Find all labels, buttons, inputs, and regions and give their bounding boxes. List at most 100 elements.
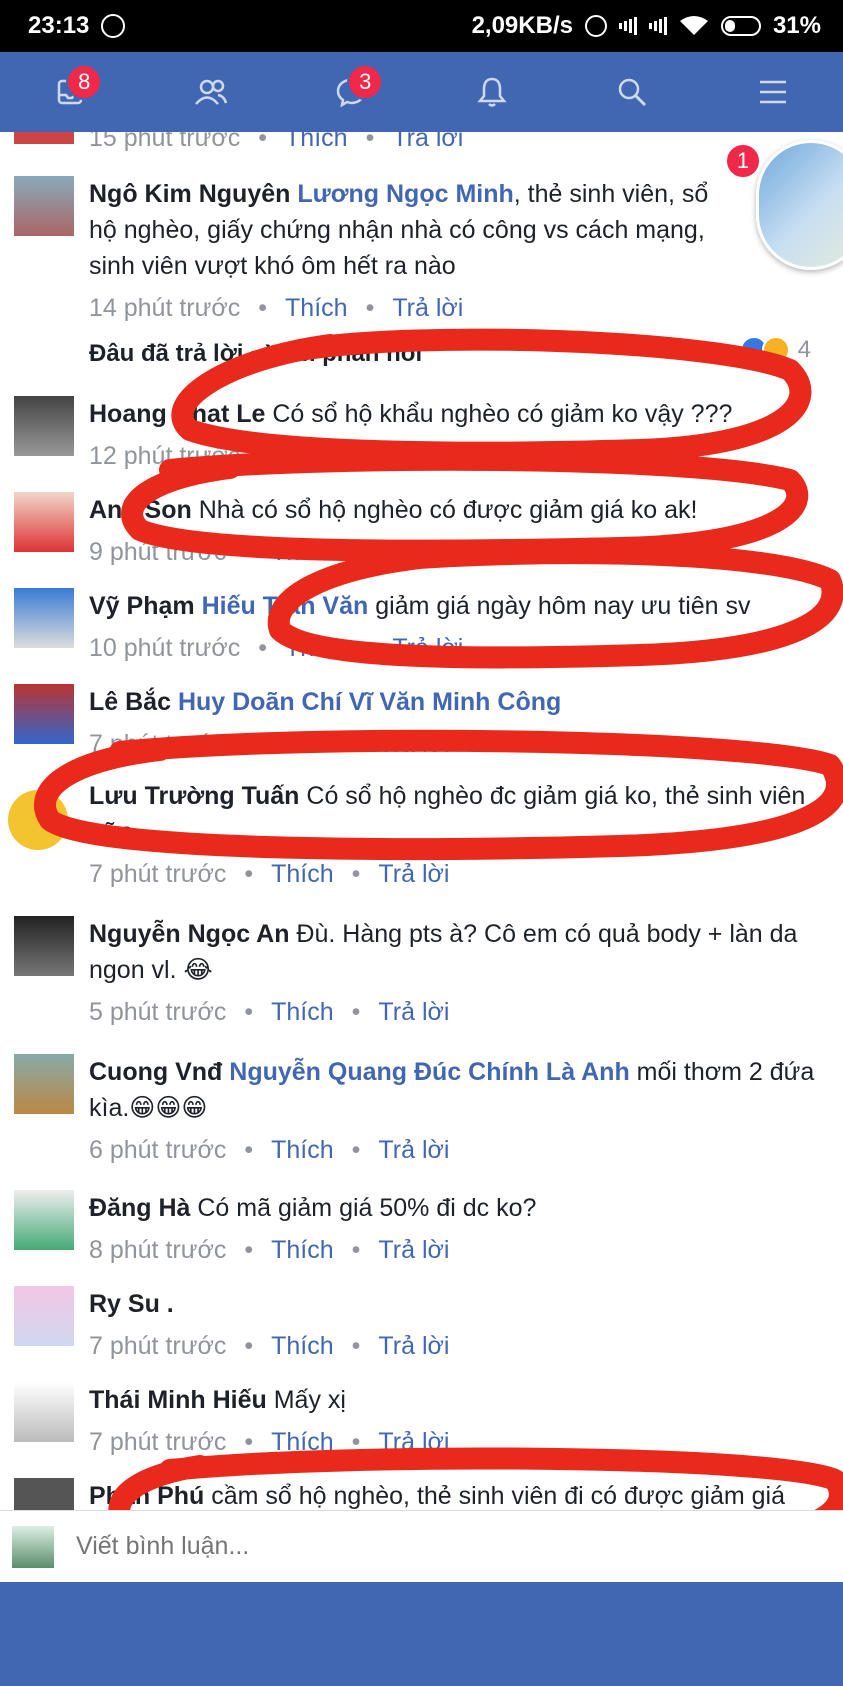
reaction-count: 4 <box>797 336 811 363</box>
comment-time: 8 phút trước <box>89 1236 227 1264</box>
like-link[interactable]: Thích <box>271 534 334 570</box>
comment-text-block: Cuong Vnđ Nguyễn Quang Đúc Chính Là Anh … <box>89 1054 825 1126</box>
comment-text-block: Lê Bắc Huy Doãn Chí Vĩ Văn Minh Công <box>89 684 825 720</box>
avatar[interactable] <box>14 1190 74 1250</box>
net-speed: 2,09KB/s <box>471 12 573 39</box>
comment-author[interactable]: Ngô Kim Nguyên <box>89 180 290 208</box>
chat-head-badge: 1 <box>725 143 761 179</box>
comment-mention[interactable]: Hiếu Trần Văn <box>202 592 369 620</box>
reply-link[interactable]: Trả lời <box>378 1328 449 1364</box>
comment-author[interactable]: Đăng Hà <box>89 1194 190 1222</box>
messenger-icon <box>101 14 126 38</box>
comment-time: 7 phút trước <box>89 1332 227 1360</box>
user-avatar <box>12 1525 54 1568</box>
like-link[interactable]: Thích <box>285 132 348 156</box>
signal-icon <box>648 17 667 35</box>
comment-meta: 10 phút trước • Thích • Trả lời <box>89 630 825 666</box>
avatar[interactable] <box>14 396 74 456</box>
avatar[interactable] <box>8 790 68 850</box>
comment-text-block: Lưu Trường Tuấn Có sổ hộ nghèo đc giảm g… <box>89 778 825 850</box>
comment-meta: 14 phút trước • Thích • Trả lời <box>89 290 733 326</box>
comment-author[interactable]: Ry Su . <box>89 1290 174 1318</box>
reply-link[interactable]: Trả lời <box>378 726 449 762</box>
comment-author[interactable]: Lê Bắc <box>89 688 171 716</box>
like-link[interactable]: Thích <box>285 290 348 326</box>
comment-mention[interactable]: Huy Doãn Chí Vĩ Văn Minh Công <box>178 688 561 716</box>
nav-friends[interactable] <box>181 62 241 122</box>
comment-time: 5 phút trước <box>89 998 227 1026</box>
reply-link[interactable]: Trả lời <box>378 856 449 892</box>
like-link[interactable]: Thích <box>271 856 334 892</box>
comment-time: 9 phút trước <box>89 538 227 566</box>
comment-meta: 5 phút trước • Thích • Trả lời <box>89 994 825 1030</box>
comment-meta: 9 phút trước • Thích • Trả lời <box>89 534 825 570</box>
reply-link[interactable]: Trả lời <box>378 994 449 1030</box>
reply-link[interactable]: Trả lời <box>378 1424 449 1460</box>
battery-icon <box>720 16 761 36</box>
reply-link[interactable]: Trả lời <box>378 1232 449 1268</box>
like-link[interactable]: Thích <box>271 1132 334 1168</box>
like-link[interactable]: Thích <box>271 1232 334 1268</box>
avatar[interactable] <box>14 588 74 648</box>
comment-time: 14 phút trước <box>89 294 241 322</box>
comment-time: 10 phút trước <box>89 634 241 662</box>
comment-text-block: Đăng Hà Có mã giảm giá 50% đi dc ko? <box>89 1190 825 1226</box>
reply-link[interactable]: Trả lời <box>392 290 463 326</box>
comment-text-block: Vỹ Phạm Hiếu Trần Văn giảm giá ngày hôm … <box>89 588 825 624</box>
comment-meta: 7 phút trước • Thích • Trả lời <box>89 856 825 892</box>
nav-friend-requests[interactable]: 8 <box>40 62 103 122</box>
comment-mention[interactable]: Lương Ngọc Minh <box>297 180 513 208</box>
reply-link[interactable]: Trả lời <box>392 438 463 474</box>
comment-meta: 8 phút trước • Thích • Trả lời <box>89 1232 825 1268</box>
reply-link[interactable]: Trả lời <box>378 534 449 570</box>
avatar[interactable] <box>14 1382 74 1442</box>
comment-author[interactable]: Vỹ Phạm <box>89 592 195 620</box>
nav-notifications[interactable] <box>462 62 522 122</box>
avatar[interactable] <box>14 132 74 144</box>
nav-menu[interactable] <box>743 62 803 122</box>
messages-badge: 3 <box>347 64 384 100</box>
avatar[interactable] <box>14 684 74 744</box>
reaction-summary[interactable]: 4 <box>739 336 811 364</box>
comment-text-block: Thái Minh Hiếu Mấy xị <box>89 1382 825 1418</box>
signal-icon <box>618 17 637 35</box>
reply-link[interactable]: Trả lời <box>392 132 463 156</box>
like-link[interactable]: Thích <box>285 630 348 666</box>
friends-icon <box>194 79 227 105</box>
replies-section-label[interactable]: Đâu đã trả lời · Xem phản hồi <box>89 340 422 368</box>
like-link[interactable]: Thích <box>271 994 334 1030</box>
like-link[interactable]: Thích <box>271 1328 334 1364</box>
reply-link[interactable]: Trả lời <box>392 630 463 666</box>
comment-author[interactable]: Nguyễn Ngọc An <box>89 920 289 948</box>
comment-author[interactable]: Thái Minh Hiếu <box>89 1386 267 1414</box>
search-icon <box>619 78 647 107</box>
comment-meta: 6 phút trước • Thích • Trả lời <box>89 1132 825 1168</box>
top-navigation: 8 3 <box>0 52 843 132</box>
reply-link[interactable]: Trả lời <box>378 1132 449 1168</box>
comment-author[interactable]: Cuong Vnđ <box>89 1058 222 1086</box>
comment-text: Có mã giảm giá 50% đi dc ko? <box>197 1194 537 1222</box>
avatar[interactable] <box>14 916 74 976</box>
like-link[interactable]: Thích <box>285 438 348 474</box>
avatar[interactable] <box>14 176 74 236</box>
wifi-icon <box>679 15 709 37</box>
avatar[interactable] <box>14 1054 74 1114</box>
comment-author[interactable]: Lưu Trường Tuấn <box>89 782 299 810</box>
comment-author[interactable]: Anh Son <box>89 496 192 524</box>
comment-mention[interactable]: Nguyễn Quang Đúc Chính Là Anh <box>229 1058 629 1086</box>
comment-input[interactable] <box>76 1532 676 1561</box>
nav-search[interactable] <box>602 62 662 122</box>
alarm-icon <box>584 15 607 37</box>
avatar[interactable] <box>14 1286 74 1346</box>
chat-head-avatar[interactable] <box>756 140 843 270</box>
comment-author[interactable]: Phan Phú <box>89 1482 204 1510</box>
comment-meta: 12 phút trước • Thích • Trả lời <box>89 438 825 474</box>
avatar[interactable] <box>14 492 74 552</box>
like-link[interactable]: Thích <box>271 1424 334 1460</box>
like-link[interactable]: Thích <box>271 726 334 762</box>
avatar[interactable] <box>14 1478 74 1510</box>
comment-text-block: Nguyễn Ngọc An Đù. Hàng pts à? Cô em có … <box>89 916 825 988</box>
comment-author[interactable]: Hoang Nhat Le <box>89 400 265 428</box>
status-bar: 23:13 2,09KB/s 31% <box>0 0 843 52</box>
nav-messages[interactable]: 3 <box>321 62 384 122</box>
